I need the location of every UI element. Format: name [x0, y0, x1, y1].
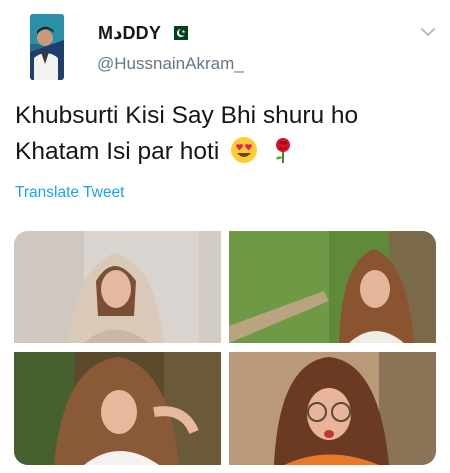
- photo-2[interactable]: [229, 231, 436, 343]
- photo-3[interactable]: [14, 352, 221, 465]
- photo-4[interactable]: [229, 352, 436, 465]
- rose-icon: [269, 136, 297, 164]
- avatar[interactable]: [30, 14, 64, 80]
- heart-eyes-icon: [230, 136, 258, 164]
- pakistan-flag-icon: [169, 26, 189, 40]
- name-row: MدDDY: [98, 22, 189, 44]
- tweet-text-line-2: Khatam Isi par hoti: [15, 134, 435, 170]
- translate-tweet-link[interactable]: Translate Tweet: [15, 184, 124, 202]
- tweet-card: MدDDY @HussnainAkram_ Khubsurti Kisi Say…: [0, 0, 450, 473]
- media-grid: [14, 231, 436, 465]
- display-name[interactable]: MدDDY: [98, 23, 161, 44]
- user-handle[interactable]: @HussnainAkram_: [97, 54, 244, 74]
- tweet-text: Khubsurti Kisi Say Bhi shuru ho Khatam I…: [15, 98, 435, 170]
- chevron-down-icon[interactable]: [420, 25, 436, 37]
- tweet-text-line-1: Khubsurti Kisi Say Bhi shuru ho: [15, 102, 359, 129]
- photo-1[interactable]: [14, 231, 221, 343]
- tweet-text-line-2-label: Khatam Isi par hoti: [15, 138, 220, 165]
